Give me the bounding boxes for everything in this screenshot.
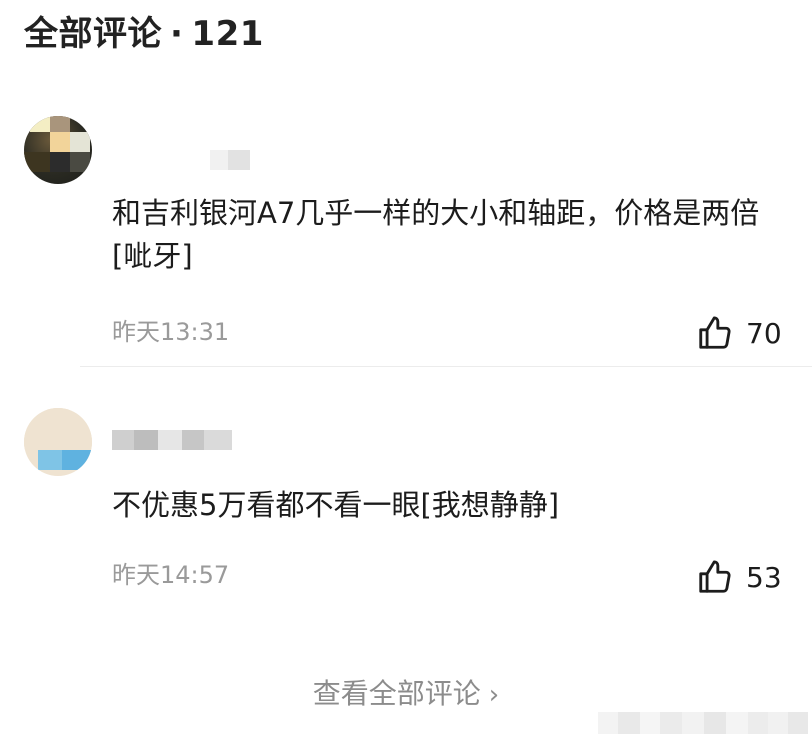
comment-divider — [80, 366, 812, 367]
username-redacted[interactable] — [112, 430, 232, 450]
username-redacted[interactable] — [210, 150, 250, 170]
avatar[interactable] — [24, 408, 92, 476]
view-all-label: 查看全部评论 — [312, 677, 481, 710]
like-count: 70 — [746, 316, 782, 350]
comments-count: 121 — [191, 14, 264, 54]
chevron-right-icon: › — [488, 680, 500, 710]
thumbs-up-icon — [696, 314, 734, 352]
like-button[interactable]: 53 — [696, 558, 782, 596]
comment-text: 和吉利银河A7几乎一样的大小和轴距，价格是两倍[呲牙] — [112, 196, 760, 273]
watermark-redacted — [598, 712, 808, 734]
comments-header: 全部评论 · 121 — [24, 6, 264, 55]
like-button[interactable]: 70 — [696, 314, 782, 352]
thumbs-up-icon — [696, 558, 734, 596]
like-count: 53 — [746, 560, 782, 594]
comment-time: 昨天13:31 — [112, 318, 230, 346]
comment-text: 不优惠5万看都不看一眼[我想静静] — [112, 488, 560, 522]
view-all-comments-link[interactable]: 查看全部评论 › — [0, 672, 812, 712]
comment-time: 昨天14:57 — [112, 561, 230, 589]
comments-title: 全部评论 — [24, 14, 162, 54]
avatar[interactable] — [24, 116, 92, 184]
header-separator: · — [170, 14, 184, 54]
